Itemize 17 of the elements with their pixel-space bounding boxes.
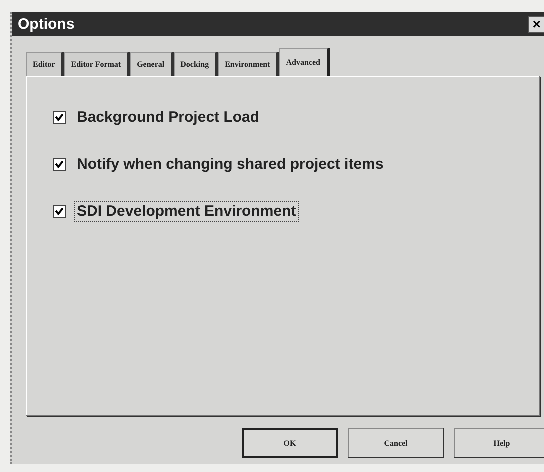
checkbox-label[interactable]: Notify when changing shared project items [74, 154, 387, 175]
tab[interactable]: Editor [26, 52, 64, 76]
tab[interactable]: Advanced [279, 48, 330, 76]
checkbox-label[interactable]: Background Project Load [74, 107, 263, 128]
checkbox[interactable] [53, 158, 66, 171]
window-title: Options [18, 16, 75, 32]
dialog-button[interactable]: Cancel [348, 428, 444, 458]
checkbox[interactable] [53, 205, 66, 218]
close-button[interactable]: × [528, 16, 544, 32]
tab[interactable]: General [130, 52, 174, 76]
dialog-button[interactable]: OK [242, 428, 338, 458]
tab[interactable]: Editor Format [64, 52, 130, 76]
dialog-button[interactable]: Help [454, 428, 544, 458]
checkbox-label[interactable]: SDI Development Environment [74, 201, 300, 222]
tab[interactable]: Environment [218, 52, 280, 76]
tab[interactable]: Docking [174, 52, 218, 76]
checkbox[interactable] [53, 111, 66, 124]
